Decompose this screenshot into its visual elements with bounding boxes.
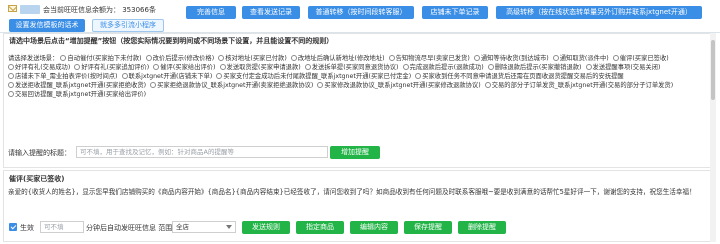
scope-select[interactable]: 全店 (172, 221, 236, 233)
reminder-section-title: 催评(买家已签收) (9, 175, 65, 183)
radio-icon[interactable] (8, 91, 14, 97)
radio-icon[interactable] (402, 64, 409, 70)
scene-option[interactable]: 完成退款后提示(退款成功) (402, 64, 484, 71)
scene-option[interactable]: 通知取货(派件中) (552, 55, 609, 62)
enable-checkbox[interactable] (9, 223, 17, 231)
delay-minutes-input[interactable] (40, 221, 84, 233)
radio-icon[interactable] (484, 82, 491, 88)
scene-option[interactable]: 发送拒收提醒_联系jxtgnet开通(买家拒绝收货) (8, 82, 146, 89)
scene-option[interactable]: 发送提醒事项(交易关闭) (585, 64, 660, 71)
scope-select-value: 全店 (176, 223, 189, 231)
enable-label: 生效 (20, 224, 34, 232)
radio-icon[interactable] (216, 73, 223, 79)
add-reminder-button[interactable]: 增加提醒 (330, 146, 380, 159)
quota-label: 会当前旺旺信息余额为： 353066条 (43, 6, 156, 14)
radio-icon[interactable] (415, 73, 422, 79)
scene-option[interactable]: 告知物流尽早(卖家已发货) (388, 55, 470, 62)
radio-icon[interactable] (121, 73, 128, 79)
mail-icon (8, 5, 17, 12)
scene-option[interactable]: 改价后提示(修改价格) (145, 55, 214, 62)
radio-icon[interactable] (317, 82, 324, 88)
top-bar: 会当前旺旺信息余额为： 353066条 完善信息 查看发送记录 普通转移（按时间… (0, 0, 720, 34)
scene-options: 请选择发送场景： 自动催付(买家拍下未付款) 改价后提示(修改价格) 核对地址(… (8, 54, 708, 99)
scene-option[interactable]: 买家拒绝退款协议_联系jxtgnet开通(卖家拒绝退款协议) (150, 82, 313, 89)
radio-icon[interactable] (388, 55, 395, 61)
scene-option[interactable]: 催评(买家已签收) (612, 55, 669, 62)
delay-suffix-label: 分钟后自动发旺旺信息 范围 (86, 224, 173, 232)
mini-program-button[interactable]: 就多多引流小程序 (92, 19, 164, 32)
scene-panel: 请选中场景后点击“增加提醒”按钮（按您实际情况要到明间或不同场景下设置，并且能设… (3, 33, 713, 168)
scene-section-title: 请选中场景后点击“增加提醒”按钮（按您实际情况要到明间或不同场景下设置，并且能设… (9, 37, 334, 45)
reminder-panel: 催评(买家已签收) 亲爱的{收货人的姓名}，显示您早我们店铺购买的《商品内容开始… (3, 170, 713, 242)
scene-option[interactable]: 自动催付(买家拍下未付款) (60, 55, 142, 62)
scene-option[interactable]: 联系jxtgnet开通(店铺未下单) (121, 73, 212, 80)
radio-icon[interactable] (8, 73, 14, 79)
radio-icon[interactable] (150, 82, 157, 88)
radio-icon[interactable] (612, 55, 619, 61)
radio-icon[interactable] (219, 64, 226, 70)
scene-option[interactable]: 删除退款后提示(买家撤销退款) (487, 64, 582, 71)
scene-option[interactable]: 买家修改退款协议_联系jxtgnet开通(买家修改退款协议) (317, 82, 481, 89)
radio-icon[interactable] (8, 82, 14, 88)
unordered-records-button[interactable]: 店铺未下单记录 (422, 6, 488, 19)
reminder-title-input[interactable] (76, 146, 328, 158)
scene-option[interactable]: 好评有礼(买家追加评价) (74, 64, 149, 71)
delete-reminder-button[interactable]: 删除提醒 (458, 221, 506, 234)
edit-content-button[interactable]: 编辑内容 (350, 221, 398, 234)
normal-transfer-button[interactable]: 普通转移（按时间段转客服） (308, 6, 414, 19)
reminder-title-label: 请输入提醒的标题： (8, 149, 71, 157)
send-rules-button[interactable]: 发送规则 (242, 221, 290, 234)
scene-option[interactable]: 核对地址(买家已付款) (218, 55, 287, 62)
radio-icon[interactable] (145, 55, 152, 61)
scene-option[interactable]: 发送取货提(买家申请退款) (219, 64, 301, 71)
set-template-button[interactable]: 设置发信模板的话术 (9, 19, 85, 32)
radio-icon[interactable] (290, 55, 297, 61)
scene-option[interactable]: 催评(买家给出评价) (153, 64, 216, 71)
save-reminder-button[interactable]: 保存提醒 (404, 221, 452, 234)
blurred-account-name (20, 5, 40, 14)
radio-icon[interactable] (8, 64, 14, 70)
advanced-transfer-button[interactable]: 高级转移（按在线状态转单量另外订购并联系jxtgnet开通） (496, 6, 702, 19)
scene-option[interactable]: 好评有礼(交易成功) (8, 64, 70, 71)
scene-option[interactable]: 通知等待收货(到达城市) (473, 55, 549, 62)
radio-icon[interactable] (60, 55, 67, 61)
radio-icon[interactable] (74, 64, 81, 70)
scrollbar-thumb[interactable] (711, 40, 715, 100)
radio-icon[interactable] (585, 64, 592, 70)
radio-icon[interactable] (473, 55, 480, 61)
radio-icon[interactable] (153, 64, 160, 70)
scene-type-label: 请选择发送场景： (8, 55, 59, 62)
specify-products-button[interactable]: 指定商品 (296, 221, 344, 234)
view-send-records-button[interactable]: 查看发送记录 (242, 6, 300, 19)
scene-option[interactable]: 交易的部分子订单发货_联系jxtgnet开通(交易的部分子订单发货) (484, 82, 673, 89)
complete-info-button[interactable]: 完善信息 (186, 6, 236, 19)
scene-option[interactable]: 发送拆单提(买家同意退货协议) (304, 64, 399, 71)
scene-option[interactable]: 改地址后确认新地址(修改地址) (290, 55, 385, 62)
chevron-down-icon (226, 225, 232, 229)
radio-icon[interactable] (487, 64, 494, 70)
scene-option[interactable]: 买家收到任务不同意申请退货后还需在页面收退货提醒交易后的安抚提醒 (415, 73, 624, 80)
scene-option[interactable]: 买家支付定金成功后未付尾款提醒_联系jxtgnet开通(买家已付定金) (216, 73, 411, 80)
reminder-message-text[interactable]: 亲爱的{收货人的姓名}，显示您早我们店铺购买的《商品内容开始》{商品名}{商品内… (8, 187, 708, 213)
radio-icon[interactable] (304, 64, 311, 70)
radio-icon[interactable] (218, 55, 225, 61)
scene-option[interactable]: 交易回访提醒_联系jxtgnet开通(买家给出评价) (8, 91, 146, 98)
radio-icon[interactable] (552, 55, 559, 61)
scene-option[interactable]: 店铺未下单_需业拍表评价(按时间点) (8, 73, 118, 80)
